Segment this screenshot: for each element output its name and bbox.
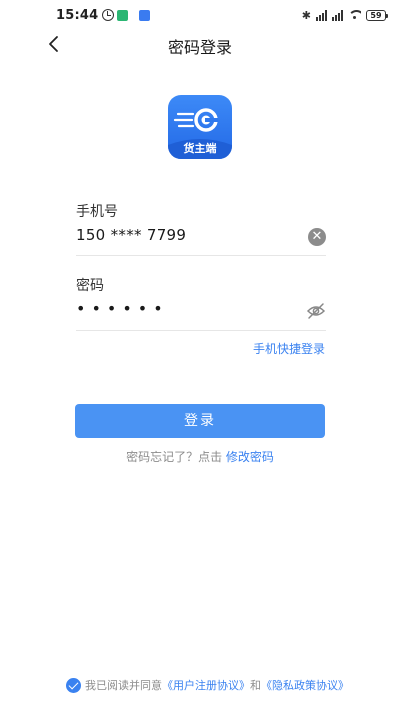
status-time: 15:44 [56, 7, 99, 23]
agreement-row: 我已阅读并同意 《用户注册协议》 和 《隐私政策协议》 [66, 677, 349, 693]
user-agreement-link[interactable]: 《用户注册协议》 [162, 677, 250, 693]
status-left-icons [102, 9, 151, 21]
status-bar: 15:44 ✱ 59 [0, 0, 400, 30]
app-notification-icon [117, 9, 129, 21]
password-field-row [76, 295, 326, 331]
login-button[interactable]: 登录 [75, 404, 325, 438]
quick-login-link[interactable]: 手机快捷登录 [253, 340, 325, 357]
app-logo: 货主端 [168, 95, 232, 159]
agreement-and: 和 [250, 679, 261, 692]
bluetooth-icon: ✱ [301, 8, 311, 22]
agreement-prefix: 我已阅读并同意 [85, 679, 162, 692]
forgot-password-text: 密码忘记了？点击 [126, 450, 223, 464]
clear-icon[interactable]: ✕ [308, 228, 326, 246]
password-input[interactable] [76, 299, 296, 318]
agree-checkbox[interactable] [66, 677, 81, 693]
alarm-icon [102, 9, 115, 21]
logo-text: 货主端 [183, 142, 217, 155]
password-label: 密码 [76, 278, 104, 294]
phone-input[interactable] [76, 226, 296, 244]
eye-off-icon[interactable] [306, 301, 326, 321]
wifi-icon [348, 10, 361, 20]
page-title: 密码登录 [167, 38, 232, 57]
change-password-link[interactable]: 修改密码 [226, 450, 274, 464]
phone-field-row: ✕ [76, 220, 326, 256]
battery-icon: 59 [366, 9, 388, 21]
nav-bar: 密码登录 [0, 30, 400, 60]
app-notification-icon [139, 9, 151, 21]
signal-icon [332, 9, 343, 21]
status-right-icons: ✱ 59 [301, 8, 388, 22]
forgot-password-row: 密码忘记了？点击 修改密码 [0, 448, 400, 465]
signal-icon [316, 9, 327, 21]
phone-label: 手机号 [76, 204, 118, 220]
privacy-policy-link[interactable]: 《隐私政策协议》 [261, 677, 349, 693]
